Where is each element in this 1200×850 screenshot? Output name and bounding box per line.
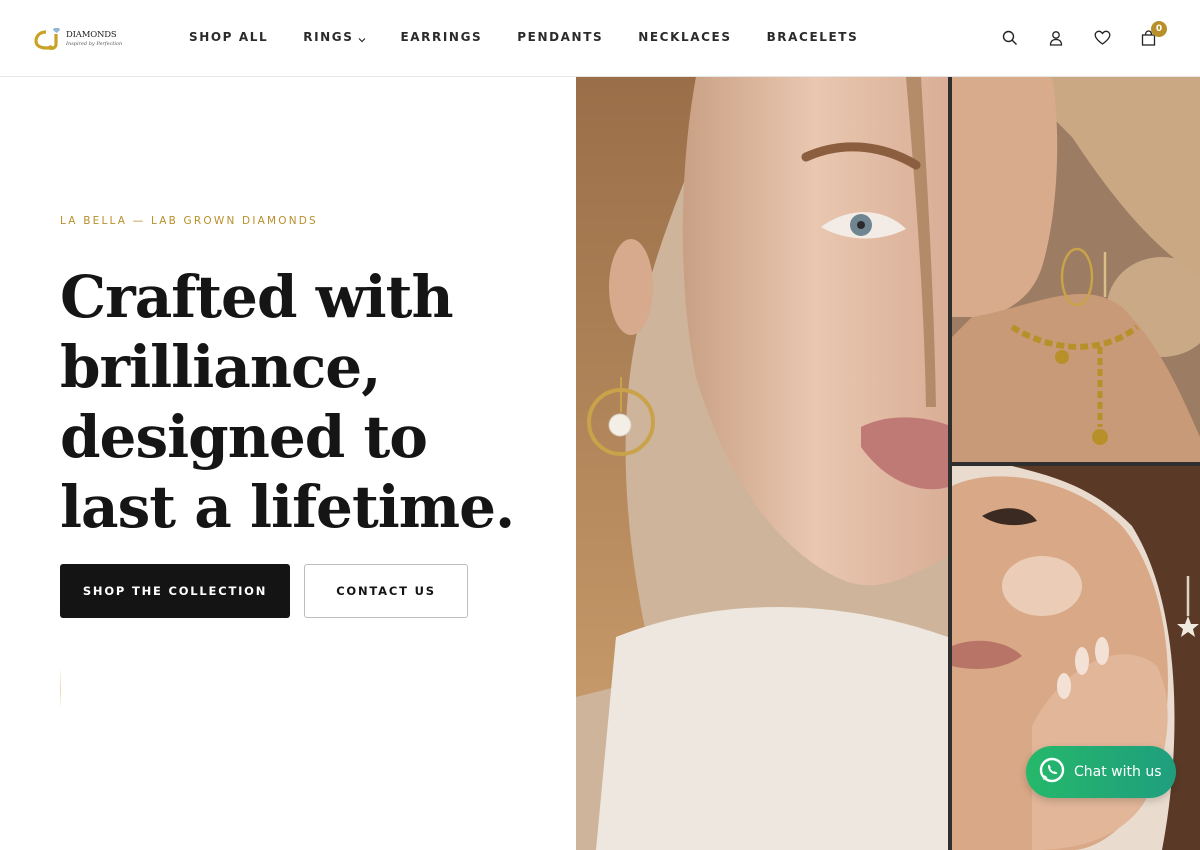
nav-shop-all[interactable]: SHOP ALL — [189, 30, 268, 44]
nav-rings[interactable]: RINGS — [303, 30, 365, 44]
hero-eyebrow: LA BELLA — LAB GROWN DIAMONDS — [60, 215, 318, 227]
image-model-chain-necklace — [952, 77, 1200, 462]
account-icon[interactable] — [1046, 28, 1066, 48]
nav-necklaces-label: NECKLACES — [638, 30, 732, 44]
main-nav: SHOP ALL RINGS EARRINGS PENDANTS NECKLAC… — [189, 30, 893, 44]
hero-image-model-hoop-earring — [576, 77, 948, 850]
nav-bracelets-label: BRACELETS — [766, 30, 859, 44]
brand-tagline: Inspired by Perfection — [66, 40, 123, 47]
chat-label: Chat with us — [1074, 764, 1162, 780]
brand-name: DIAMONDS — [66, 30, 117, 41]
shop-collection-button[interactable]: SHOP THE COLLECTION — [60, 564, 290, 618]
logo-mark-icon — [34, 28, 64, 50]
wishlist-icon[interactable] — [1092, 28, 1112, 48]
cart-count-badge: 0 — [1151, 21, 1167, 37]
contact-us-button[interactable]: CONTACT US — [304, 564, 468, 618]
scroll-indicator — [60, 668, 61, 710]
cart-icon[interactable]: 0 — [1138, 21, 1167, 48]
whatsapp-icon — [1038, 756, 1066, 789]
header-icons: 0 — [974, 21, 1167, 48]
brand-logo[interactable]: DIAMONDS Inspired by Perfection — [34, 26, 124, 52]
nav-pendants[interactable]: PENDANTS — [517, 30, 603, 44]
site-header: DIAMONDS Inspired by Perfection SHOP ALL… — [0, 0, 1200, 77]
nav-earrings-label: EARRINGS — [400, 30, 483, 44]
nav-bracelets[interactable]: BRACELETS — [767, 30, 859, 44]
nav-necklaces[interactable]: NECKLACES — [638, 30, 731, 44]
hero-headline: Crafted with brilliance, designed to las… — [60, 263, 515, 541]
nav-earrings[interactable]: EARRINGS — [401, 30, 483, 44]
nav-shop-all-label: SHOP ALL — [189, 30, 269, 44]
nav-pendants-label: PENDANTS — [517, 30, 604, 44]
whatsapp-chat-button[interactable]: Chat with us — [1026, 746, 1176, 798]
search-icon[interactable] — [1000, 28, 1020, 48]
nav-rings-label: RINGS — [303, 30, 354, 44]
chevron-down-icon — [358, 33, 366, 43]
